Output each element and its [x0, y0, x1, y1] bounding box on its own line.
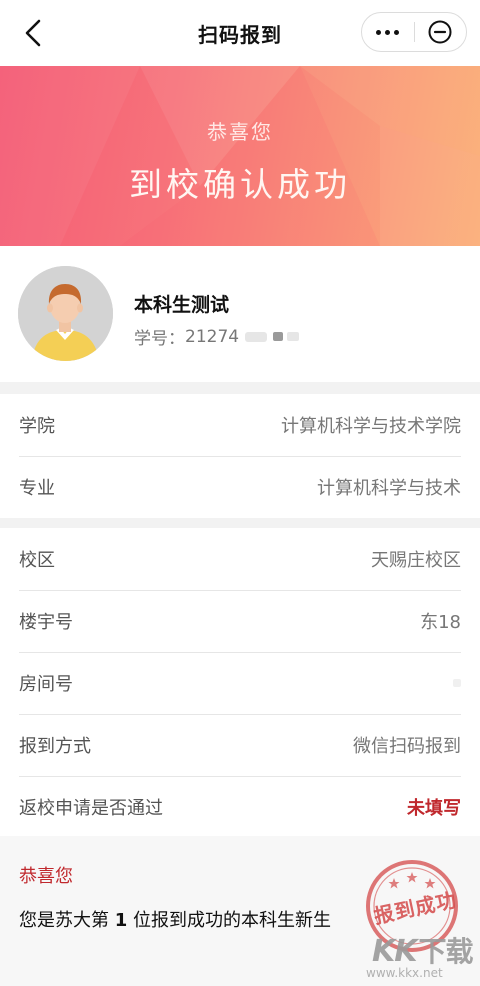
info-row-return-application: 返校申请是否通过 未填写	[0, 776, 480, 838]
info-value: 计算机科学与技术	[317, 478, 461, 499]
watermark-url: www.kkx.net	[366, 966, 443, 980]
info-row-building: 楼宇号 东18	[0, 590, 480, 652]
info-value: 微信扫码报到	[353, 736, 461, 757]
nav-bar: 扫码报到	[0, 0, 480, 66]
info-value: 东18	[420, 612, 461, 633]
info-label: 专业	[19, 478, 55, 499]
close-button[interactable]	[414, 13, 466, 51]
dorm-info-group: 校区 天赐庄校区 楼宇号 东18 房间号 报到方式 微信扫码报到 返校申请是否通…	[0, 528, 480, 838]
notice-title: 恭喜您	[19, 866, 73, 887]
notice-text-before: 您是苏大第	[19, 910, 115, 931]
student-avatar-icon	[18, 266, 113, 361]
profile-card: 本科生测试 学号： 21274	[0, 246, 480, 382]
banner-title: 到校确认成功	[129, 165, 351, 204]
watermark-logo-latin: KK	[372, 934, 417, 969]
info-row-method: 报到方式 微信扫码报到	[0, 714, 480, 776]
info-row-college: 学院 计算机科学与技术学院	[0, 394, 480, 456]
mini-program-capsule	[361, 12, 467, 52]
info-label: 校区	[19, 550, 55, 571]
info-row-major: 专业 计算机科学与技术	[0, 456, 480, 518]
student-id-label: 学号：	[134, 329, 185, 349]
notice-rank: 1	[114, 910, 128, 931]
status-value: 未填写	[407, 798, 461, 819]
info-value: 天赐庄校区	[371, 550, 461, 571]
more-dots-icon	[376, 29, 382, 35]
info-label: 楼宇号	[19, 612, 73, 633]
redacted-mark	[273, 332, 284, 341]
watermark-logo-cn: 下载	[418, 935, 474, 968]
close-circle-icon	[428, 20, 452, 44]
watermark-logo: KK下载	[372, 930, 474, 970]
info-row-room: 房间号	[0, 652, 480, 714]
notice-text-after: 位报到成功的本科生新生	[127, 910, 331, 931]
info-label: 返校申请是否通过	[19, 798, 163, 819]
student-id-value: 21274	[185, 326, 240, 347]
redacted-mark	[245, 331, 268, 342]
student-id: 学号： 21274	[134, 324, 300, 349]
banner-subtitle: 恭喜您	[207, 120, 273, 144]
redacted-mark	[453, 679, 461, 687]
college-info-group: 学院 计算机科学与技术学院 专业 计算机科学与技术	[0, 394, 480, 518]
notice-text: 您是苏大第 1 位报到成功的本科生新生	[19, 906, 331, 932]
info-label: 学院	[19, 416, 55, 437]
banner-background-pattern	[0, 66, 480, 246]
more-button[interactable]	[362, 13, 414, 51]
info-row-campus: 校区 天赐庄校区	[0, 528, 480, 590]
info-value: 计算机科学与技术学院	[281, 416, 461, 437]
info-label: 报到方式	[19, 736, 91, 757]
student-name: 本科生测试	[134, 294, 230, 316]
redacted-mark	[287, 332, 300, 341]
success-banner: 恭喜您 到校确认成功	[0, 66, 480, 246]
info-label: 房间号	[19, 674, 73, 695]
avatar	[18, 266, 113, 361]
